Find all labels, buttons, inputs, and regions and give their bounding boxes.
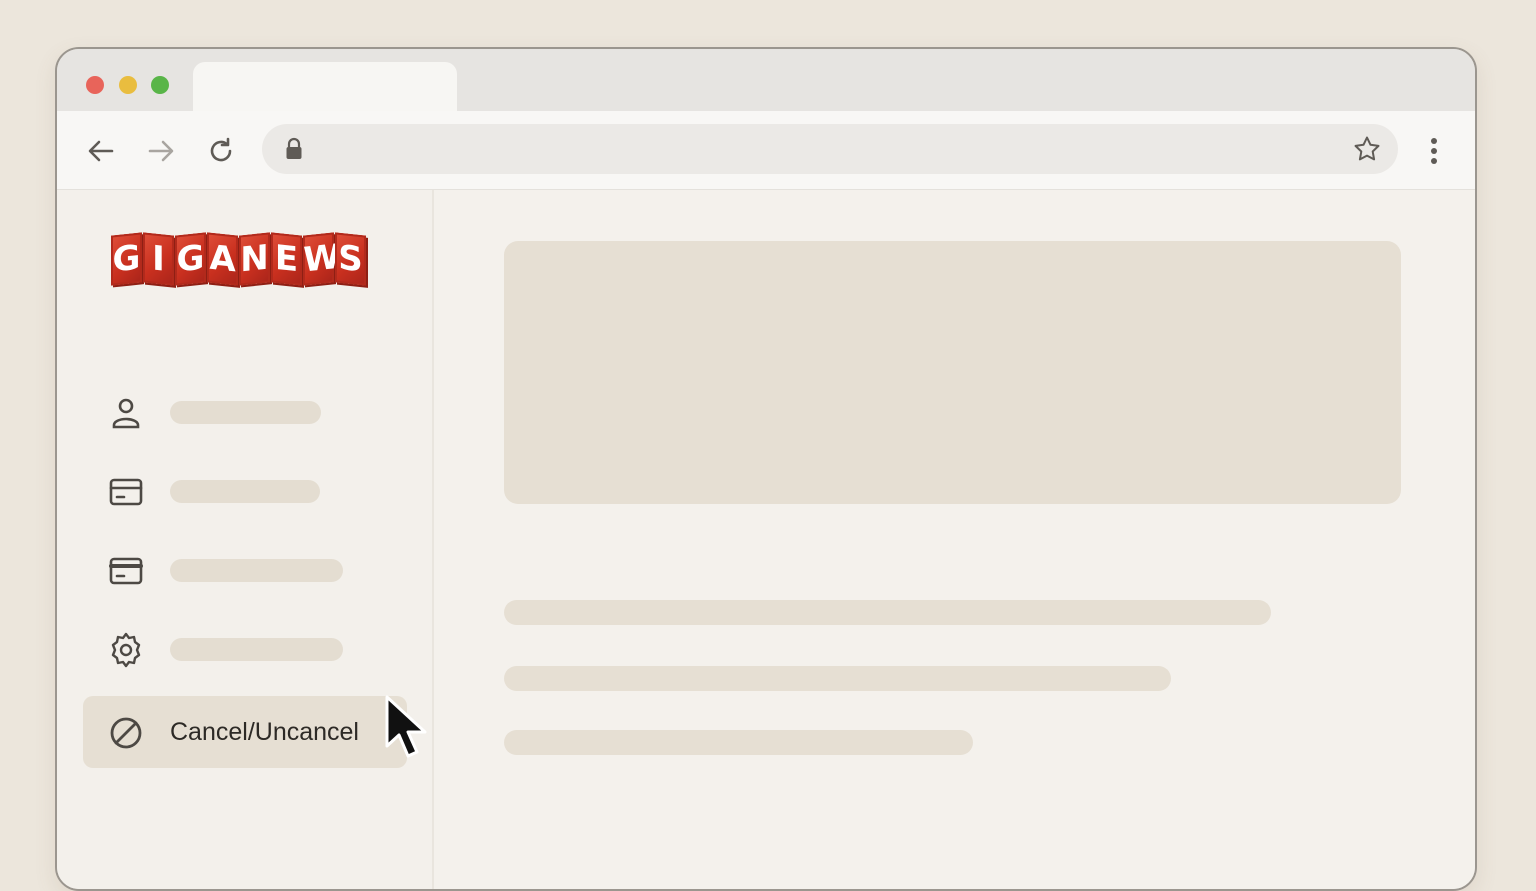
sidebar-item-label-placeholder: [170, 401, 321, 424]
kebab-menu-icon: [1431, 138, 1437, 164]
browser-tab-active[interactable]: [193, 62, 457, 114]
arrow-right-icon: [148, 140, 174, 162]
sidebar-item-label-placeholder: [170, 638, 343, 661]
logo-letter: G: [111, 232, 142, 286]
reload-button[interactable]: [203, 133, 239, 169]
cancel-icon: [107, 714, 145, 752]
giganews-logo[interactable]: G I G A N E W S: [111, 232, 366, 286]
sidebar-item-account[interactable]: [83, 376, 407, 448]
sidebar-item-settings[interactable]: [83, 613, 407, 685]
hero-placeholder: [504, 241, 1401, 504]
text-line-placeholder: [504, 666, 1171, 691]
credit-card-icon: [107, 552, 145, 590]
lock-icon: [286, 137, 302, 159]
sidebar-item-billing[interactable]: [83, 455, 407, 527]
sidebar-item-cancel-uncancel[interactable]: Cancel/Uncancel: [83, 696, 407, 768]
logo-letter: A: [207, 232, 238, 286]
sidebar-item-payment[interactable]: [83, 534, 407, 606]
browser-window: G I G A N E W S Cancel/Uncancel: [55, 47, 1477, 891]
logo-letter: S: [335, 232, 366, 286]
maximize-window-button[interactable]: [151, 76, 169, 94]
text-line-placeholder: [504, 730, 973, 755]
close-window-button[interactable]: [86, 76, 104, 94]
back-button[interactable]: [83, 133, 119, 169]
sidebar-item-label-placeholder: [170, 559, 343, 582]
logo-letter: I: [143, 232, 174, 286]
logo-letter: G: [175, 232, 206, 286]
main-content: [434, 190, 1475, 889]
logo-letter: W: [303, 232, 341, 286]
browser-menu-button[interactable]: [1419, 133, 1449, 169]
gear-icon: [107, 631, 145, 669]
address-bar[interactable]: [262, 124, 1398, 174]
reload-icon: [210, 137, 232, 162]
page-content: G I G A N E W S Cancel/Uncancel: [57, 190, 1475, 889]
title-bar: [57, 49, 1475, 114]
billing-card-icon: [107, 473, 145, 511]
browser-toolbar: [57, 111, 1475, 190]
minimize-window-button[interactable]: [119, 76, 137, 94]
user-icon: [107, 394, 145, 432]
logo-letter: E: [271, 232, 302, 286]
sidebar: G I G A N E W S Cancel/Uncancel: [57, 190, 434, 889]
forward-button[interactable]: [143, 133, 179, 169]
logo-letter: N: [239, 232, 270, 286]
star-icon[interactable]: [1352, 134, 1382, 164]
sidebar-item-label-placeholder: [170, 480, 320, 503]
arrow-left-icon: [88, 140, 114, 162]
text-line-placeholder: [504, 600, 1271, 625]
sidebar-item-label: Cancel/Uncancel: [170, 718, 359, 746]
